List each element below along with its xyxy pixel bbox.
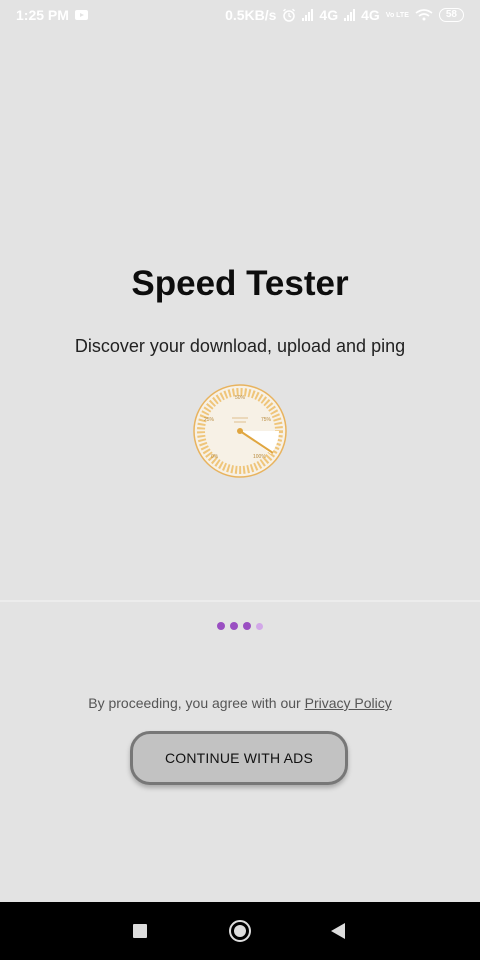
net-speed: 0.5KB/s [225, 7, 277, 23]
alarm-icon [283, 8, 296, 22]
network-type-1: 4G [319, 7, 339, 23]
continue-with-ads-button[interactable]: CONTINUE WITH ADS [130, 731, 348, 785]
status-right: 0.5KB/s 4G 4G Vo LTE 58 [225, 7, 464, 23]
gauge-label-25: 25% [204, 417, 215, 423]
cta-label: CONTINUE WITH ADS [164, 750, 314, 766]
page-dot-inactive [256, 622, 263, 630]
signal-icon [344, 9, 356, 21]
network-type-2: 4G [361, 7, 380, 23]
gauge-label-75: 75% [261, 417, 272, 423]
divider [0, 600, 480, 602]
legal-prefix: By proceeding, you agree with our [88, 695, 305, 711]
youtube-icon [74, 10, 88, 20]
page-dot-active [217, 622, 225, 630]
navigation-bar [0, 902, 480, 960]
signal-icon [302, 9, 314, 21]
legal-text: By proceeding, you agree with our Privac… [0, 695, 480, 711]
recents-square-icon[interactable] [133, 924, 147, 938]
back-triangle-icon[interactable] [331, 923, 345, 939]
gauge-label-100: 100% [253, 454, 266, 460]
status-left: 1:25 PM [16, 7, 88, 23]
page-dot-active [243, 622, 251, 630]
page-indicator [0, 622, 480, 630]
page-title: Speed Tester [131, 264, 349, 303]
privacy-policy-link[interactable]: Privacy Policy [305, 695, 392, 711]
wifi-icon [415, 9, 433, 21]
speedometer-icon: 0% 25% 50% 75% 100% [193, 384, 287, 478]
home-circle-icon[interactable] [229, 920, 251, 942]
status-bar: 1:25 PM 0.5KB/s 4G 4G Vo LTE 58 [0, 0, 480, 30]
gauge-label-50: 50% [235, 395, 246, 401]
battery-indicator: 58 [438, 8, 464, 22]
gauge-label-0: 0% [211, 454, 219, 460]
page-dot-active [230, 622, 238, 630]
page-subtitle: Discover your download, upload and ping [74, 336, 406, 356]
clock: 1:25 PM [16, 7, 69, 23]
speedometer-illustration: 0% 25% 50% 75% 100% [191, 382, 289, 480]
volte-badge: Vo LTE [385, 11, 409, 19]
